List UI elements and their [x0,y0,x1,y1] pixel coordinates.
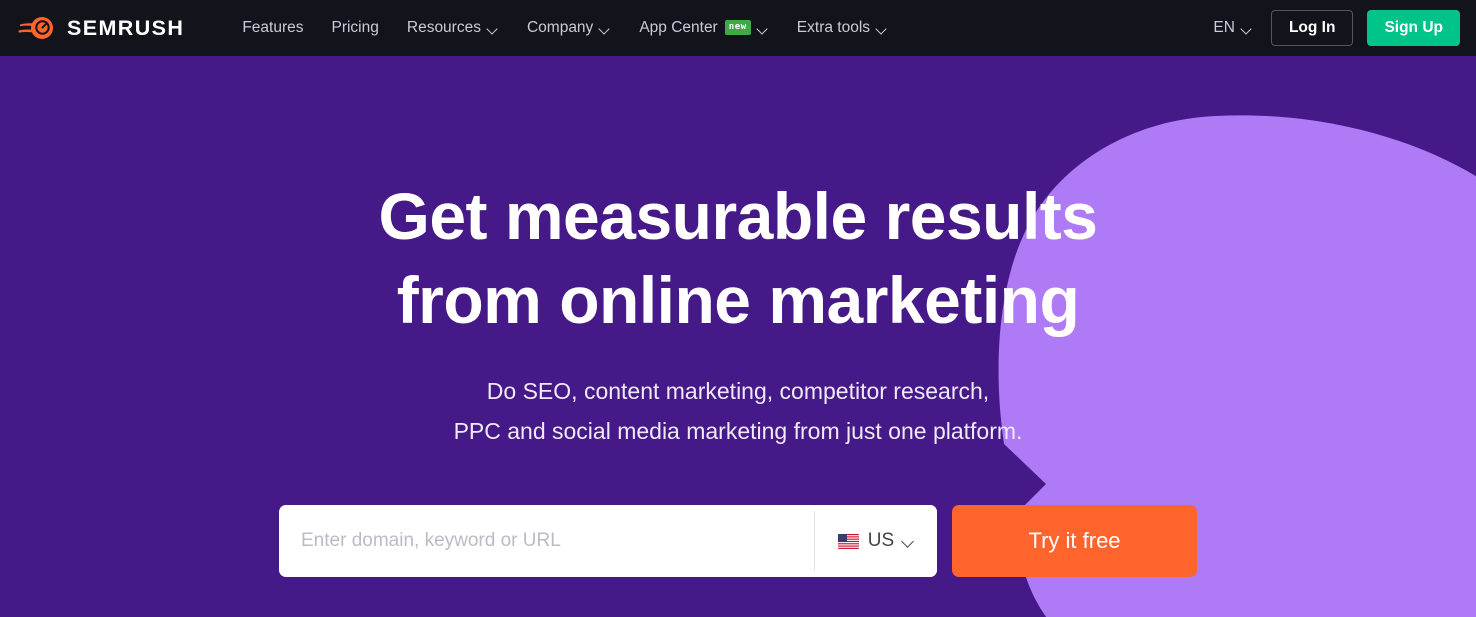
nav-item-pricing[interactable]: Pricing [317,11,392,45]
search-box: US [279,505,937,577]
try-it-free-button[interactable]: Try it free [952,505,1197,577]
country-selector[interactable]: US [815,505,937,577]
page-title: Get measurable results from online marke… [378,174,1099,342]
hero-section: Get measurable results from online marke… [0,56,1476,617]
nav-item-resources[interactable]: Resources [393,11,513,45]
subtitle-line-2: PPC and social media marketing from just… [453,418,1023,444]
headline-line-2: from online marketing [396,263,1080,337]
nav-label: Extra tools [796,19,871,36]
chevron-down-icon [488,25,499,32]
chevron-down-icon [877,25,888,32]
subtitle-line-1: Do SEO, content marketing, competitor re… [486,378,990,404]
signup-button[interactable]: Sign Up [1367,9,1460,47]
chevron-down-icon [600,25,611,32]
nav-label: Company [526,19,594,36]
nav-label: Resources [406,19,481,36]
brand-name: SEMRUSH [67,15,185,40]
language-selector[interactable]: EN [1209,13,1257,43]
chevron-down-icon [1242,25,1253,32]
nav-item-app-center[interactable]: App Center new [625,11,782,45]
country-code-label: US [867,530,895,551]
hero-search-form: US Try it free [279,505,1197,577]
hero-content: Get measurable results from online marke… [0,56,1476,617]
primary-nav: Features Pricing Resources Company App C… [228,11,902,45]
semrush-comet-icon [18,15,56,41]
nav-label: App Center [639,19,718,36]
hero-subtitle: Do SEO, content marketing, competitor re… [454,371,1023,451]
nav-item-company[interactable]: Company [513,11,625,45]
chevron-down-icon [903,537,914,545]
search-input[interactable] [279,505,814,577]
login-button[interactable]: Log In [1270,9,1354,47]
nav-item-extra-tools[interactable]: Extra tools [783,11,902,45]
language-label: EN [1213,19,1235,36]
nav-actions: EN Log In Sign Up [1209,9,1460,47]
nav-label: Features [242,19,304,36]
top-navigation-bar: SEMRUSH Features Pricing Resources Compa… [0,0,1476,56]
chevron-down-icon [758,25,769,32]
nav-item-features[interactable]: Features [228,11,317,45]
headline-line-1: Get measurable results [378,179,1099,253]
new-badge: new [724,19,751,35]
semrush-logo[interactable]: SEMRUSH [16,15,184,41]
nav-label: Pricing [331,19,379,36]
us-flag-icon [837,533,859,549]
